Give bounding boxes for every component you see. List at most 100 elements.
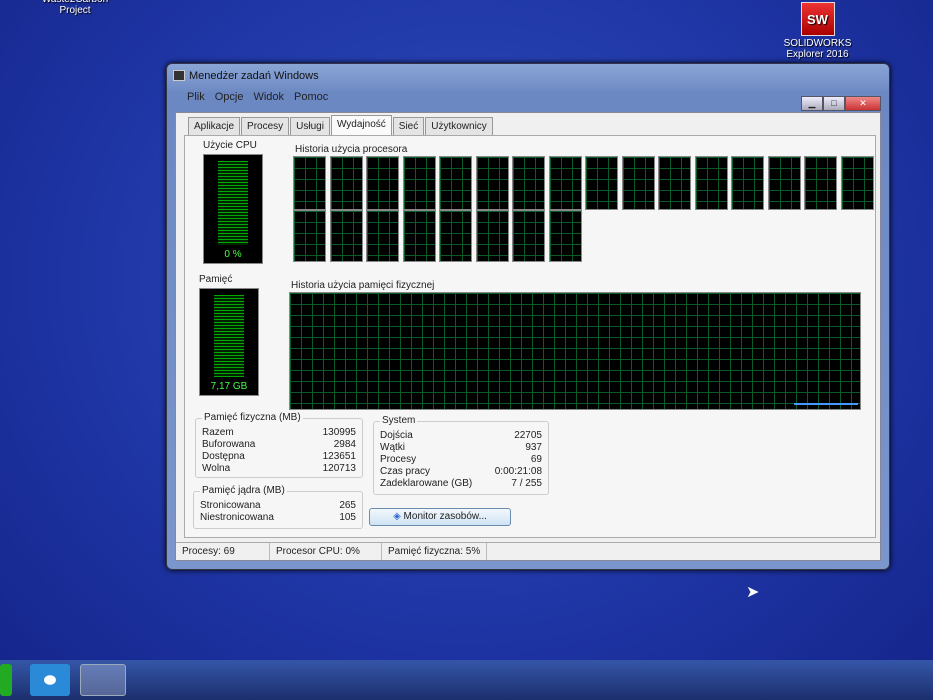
- stat-value: 7 / 255: [511, 478, 542, 489]
- teamviewer-taskbar-icon[interactable]: [30, 664, 70, 696]
- cpu-core-graph: [767, 156, 801, 210]
- close-button[interactable]: ✕: [845, 96, 881, 111]
- stat-row: Dojścia 22705: [374, 430, 548, 442]
- desktop-icon-label: Waste2Carbon Project: [42, 0, 108, 16]
- task-manager-taskbar-button[interactable]: [80, 664, 126, 696]
- memory-history-label: Historia użycia pamięci fizycznej: [291, 280, 435, 291]
- shield-icon: ◈: [393, 511, 401, 522]
- cpu-core-graph: [731, 156, 764, 210]
- stat-label: Wątki: [380, 442, 405, 453]
- cpu-core-graph: [293, 156, 326, 210]
- stat-value: 2984: [333, 439, 356, 450]
- cpu-history-label: Historia użycia procesora: [295, 144, 408, 155]
- cpu-core-graph: [402, 210, 436, 262]
- cpu-core-graph: [658, 156, 691, 210]
- menu-plik[interactable]: Plik: [187, 91, 205, 103]
- taskbar: [0, 660, 933, 700]
- stat-row: Niestronicowana 105: [194, 512, 362, 524]
- resource-monitor-label: Monitor zasobów...: [403, 511, 487, 522]
- cpu-gauge: 0 %: [203, 154, 263, 264]
- cpu-core-graph: [694, 156, 728, 210]
- cpu-usage-value: 0 %: [224, 249, 242, 260]
- cpu-core-graph: [329, 210, 363, 262]
- cpu-core-graph: [804, 156, 837, 210]
- desktop-icon-waste2carbon[interactable]: Waste2Carbon Project: [30, 0, 120, 16]
- stat-label: Buforowana: [202, 439, 256, 450]
- stat-label: Dostępna: [202, 451, 245, 462]
- physical-memory-group: Pamięć fizyczna (MB) Razem 130995 Buforowa…: [195, 412, 363, 478]
- stat-value: 123651: [322, 451, 356, 462]
- stat-value: 69: [530, 454, 542, 465]
- client-area: Aplikacje Procesy Usługi Wydajność Sieć …: [175, 112, 881, 561]
- memory-usage-value: 7,17 GB: [210, 381, 248, 392]
- tab-siec[interactable]: Sieć: [392, 117, 425, 137]
- menu-bar: Plik Opcje Widok Pomoc: [187, 91, 328, 103]
- stat-value: 105: [339, 512, 356, 523]
- cpu-core-graph: [585, 156, 618, 210]
- stat-label: Wolna: [202, 463, 231, 474]
- stat-value: 265: [339, 500, 356, 511]
- stat-row: Stronicowana 265: [194, 500, 362, 512]
- start-button[interactable]: [0, 664, 12, 696]
- cpu-core-graph: [439, 156, 472, 210]
- cpu-core-graph: [475, 210, 509, 262]
- tab-uslugi[interactable]: Usługi: [290, 117, 330, 137]
- resource-monitor-button[interactable]: ◈ Monitor zasobów...: [369, 508, 511, 526]
- tab-strip: Aplikacje Procesy Usługi Wydajność Sieć …: [188, 115, 494, 137]
- cpu-core-graph: [475, 156, 509, 210]
- stat-row: Razem 130995: [196, 427, 362, 439]
- status-processes: Procesy: 69: [176, 543, 270, 560]
- status-cpu: Procesor CPU: 0%: [270, 543, 382, 560]
- stat-label: Niestronicowana: [200, 512, 274, 523]
- cpu-usage-label: Użycie CPU: [203, 140, 257, 151]
- stat-label: Stronicowana: [200, 500, 261, 511]
- task-manager-app-icon: [173, 70, 185, 81]
- solidworks-logo-icon: SW: [800, 2, 835, 36]
- cpu-core-graph: [293, 210, 326, 262]
- stat-row: Czas pracy 0:00:21:08: [374, 466, 548, 478]
- menu-pomoc[interactable]: Pomoc: [294, 91, 328, 103]
- cpu-core-graph: [548, 156, 582, 210]
- stat-label: Razem: [202, 427, 234, 438]
- stat-row: Buforowana 2984: [196, 439, 362, 451]
- menu-widok[interactable]: Widok: [253, 91, 284, 103]
- stat-value: 22705: [514, 430, 542, 441]
- stat-row: Procesy 69: [374, 454, 548, 466]
- stat-label: Procesy: [380, 454, 417, 465]
- window-title: Menedżer zadań Windows: [189, 70, 319, 82]
- cpu-core-graph: [512, 156, 545, 210]
- cpu-core-graph: [512, 210, 545, 262]
- minimize-button[interactable]: ▁: [801, 96, 823, 111]
- tab-aplikacje[interactable]: Aplikacje: [188, 117, 241, 137]
- stat-value: 130995: [322, 427, 356, 438]
- stat-label: Zadeklarowane (GB): [380, 478, 473, 489]
- physical-memory-title: Pamięć fizyczna (MB): [202, 412, 303, 423]
- stat-value: 120713: [322, 463, 356, 474]
- cpu-core-graph: [402, 156, 436, 210]
- tab-wydajnosc[interactable]: Wydajność: [330, 115, 392, 135]
- memory-label: Pamięć: [199, 274, 233, 285]
- stat-row: Dostępna 123651: [196, 451, 362, 463]
- performance-panel: Użycie CPU 0 % Historia użycia procesora…: [184, 135, 876, 538]
- kernel-memory-group: Pamięć jądra (MB) Stronicowana 265 Niestro…: [193, 485, 363, 529]
- stat-label: Dojścia: [380, 430, 413, 441]
- cpu-core-graph: [366, 210, 399, 262]
- stat-row: Wątki 937: [374, 442, 548, 454]
- cpu-core-graph: [366, 156, 399, 210]
- cpu-core-graph: [840, 156, 874, 210]
- status-memory: Pamięć fizyczna: 5%: [382, 543, 488, 560]
- maximize-button[interactable]: □: [823, 96, 845, 111]
- menu-opcje[interactable]: Opcje: [215, 91, 244, 103]
- stat-row: Zadeklarowane (GB) 7 / 255: [374, 478, 548, 490]
- desktop-icon-label: SOLIDWORKS Explorer 2016: [783, 38, 852, 60]
- memory-gauge: 7,17 GB: [199, 288, 259, 396]
- cpu-core-graph: [548, 210, 582, 262]
- system-group: System Dojścia 22705 Wątki 937 Procesy 69 Czas…: [373, 415, 549, 495]
- stat-row: Wolna 120713: [196, 463, 362, 475]
- kernel-memory-title: Pamięć jądra (MB): [200, 485, 287, 496]
- cpu-core-graph: [439, 210, 472, 262]
- tab-procesy[interactable]: Procesy: [241, 117, 290, 137]
- tab-uzytkownicy[interactable]: Użytkownicy: [425, 117, 493, 137]
- desktop-icon-solidworks[interactable]: SW SOLIDWORKS Explorer 2016: [780, 2, 855, 60]
- stat-value: 0:00:21:08: [494, 466, 542, 477]
